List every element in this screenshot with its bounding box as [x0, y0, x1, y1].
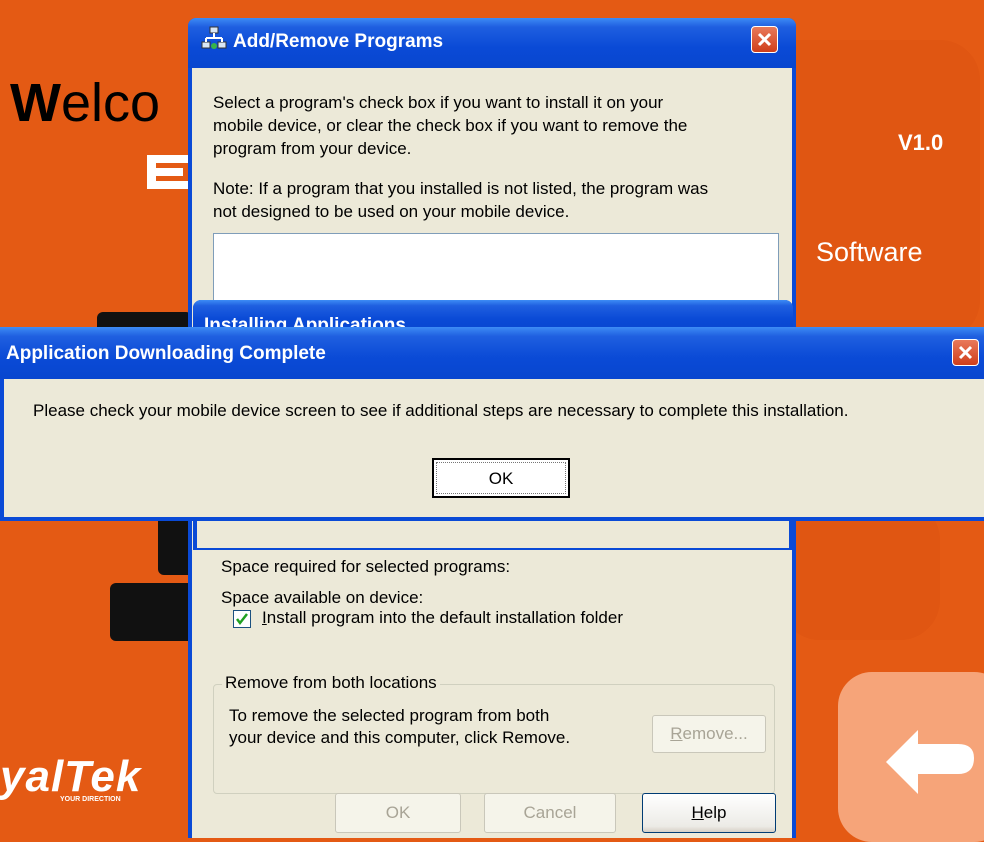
space-available-label: Space available on device:: [221, 588, 424, 607]
programs-icon: [201, 26, 227, 57]
note-text: Note: If a program that you installed is…: [213, 179, 709, 221]
close-button[interactable]: [751, 26, 778, 53]
background-shape: [780, 500, 940, 640]
remove-button[interactable]: Remove...: [652, 715, 766, 753]
program-list[interactable]: [213, 233, 779, 305]
remove-groupbox: Remove from both locations To remove the…: [213, 673, 775, 794]
remove-group-legend: Remove from both locations: [222, 673, 440, 693]
complete-close-button[interactable]: [952, 339, 979, 366]
version-label: V1.0: [898, 130, 944, 155]
install-default-checkbox[interactable]: [233, 610, 251, 628]
download-complete-dialog: Application Downloading Complete Please …: [0, 327, 984, 521]
software-label: Software: [816, 237, 923, 267]
complete-ok-button[interactable]: OK: [432, 458, 570, 498]
cancel-button[interactable]: Cancel: [484, 793, 616, 833]
dialog-title: Add/Remove Programs: [233, 31, 444, 52]
space-required-label: Space required for selected programs:: [221, 557, 511, 576]
logo-e-glyph: [147, 155, 189, 189]
instructions-text: Select a program's check box if you want…: [213, 93, 688, 158]
help-button[interactable]: Help: [642, 793, 776, 833]
menu-button[interactable]: [110, 583, 200, 641]
close-icon: [757, 32, 772, 47]
company-logo: yalTek: [0, 752, 142, 801]
close-icon: [958, 345, 973, 360]
dialog-titlebar[interactable]: Add/Remove Programs: [188, 18, 796, 68]
complete-title: Application Downloading Complete: [6, 343, 326, 364]
welcome-text: Welco: [10, 73, 161, 133]
complete-message: Please check your mobile device screen t…: [33, 401, 849, 420]
ok-button[interactable]: OK: [335, 793, 461, 833]
checkmark-icon: [236, 613, 248, 626]
complete-body: Please check your mobile device screen t…: [4, 379, 984, 517]
complete-titlebar[interactable]: Application Downloading Complete: [0, 327, 984, 379]
remove-group-text: To remove the selected program from both…: [229, 706, 571, 747]
company-tagline: YOUR DIRECTION: [60, 796, 121, 803]
install-default-label[interactable]: Install program into the default install…: [262, 608, 623, 628]
back-arrow-icon: [886, 730, 974, 794]
back-button[interactable]: [838, 672, 984, 842]
